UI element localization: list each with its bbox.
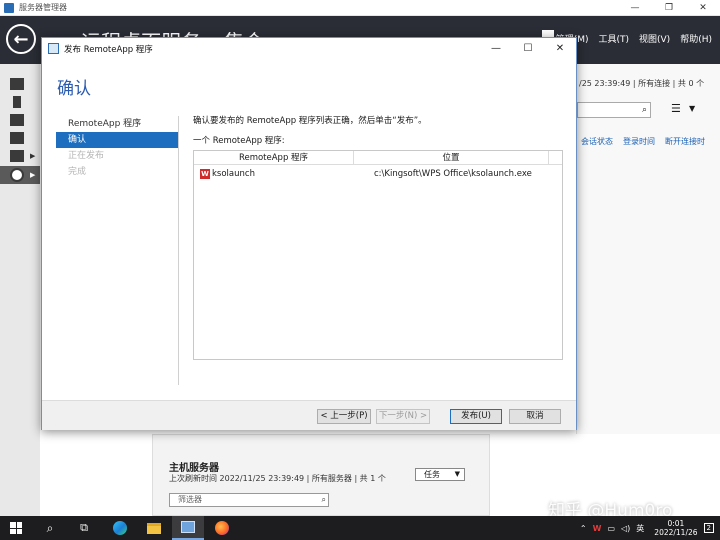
- publish-remoteapp-dialog: 发布 RemoteApp 程序 — ☐ ✕ 确认 RemoteApp 程序 确认…: [41, 37, 577, 430]
- step-publishing: 正在发布: [68, 151, 105, 161]
- remote-desktop-icon[interactable]: [10, 168, 24, 182]
- filter-placeholder: 筛选器: [178, 495, 202, 504]
- section-subtitle: 上次刷新时间 2022/11/25 23:39:49 | 所有服务器 | 共 1…: [169, 474, 386, 483]
- windows-logo-icon: [10, 522, 22, 534]
- search-icon: ⌕: [46, 520, 54, 535]
- menu-bar: 管理(M) 工具(T) 视图(V) 帮助(H): [556, 32, 712, 45]
- clock-time: 0:01: [667, 519, 685, 528]
- confirm-instructions: 确认要发布的 RemoteApp 程序列表正确，然后单击“发布”。: [193, 116, 427, 126]
- step-remoteapp-programs[interactable]: RemoteApp 程序: [56, 116, 178, 132]
- all-servers-icon[interactable]: [10, 114, 24, 126]
- dialog-icon: [48, 43, 59, 54]
- server-manager-icon: [4, 2, 14, 13]
- firefox-icon: [215, 521, 229, 535]
- previous-button[interactable]: < 上一步(P): [317, 409, 371, 424]
- local-server-icon[interactable]: [13, 96, 21, 108]
- app-title: 服务器管理器: [19, 3, 67, 12]
- clock[interactable]: 0:01 2022/11/26: [654, 519, 697, 537]
- file-storage-icon[interactable]: [10, 132, 24, 144]
- edge-taskbar-button[interactable]: [104, 516, 136, 540]
- server-manager-icon: [181, 521, 195, 533]
- menu-view[interactable]: 视图(V): [639, 32, 670, 45]
- ime-indicator[interactable]: 英: [636, 523, 644, 534]
- connections-info: /25 23:39:49 | 所有连接 | 共 0 个: [579, 79, 705, 88]
- close-button[interactable]: ✕: [544, 38, 576, 58]
- clock-date: 2022/11/26: [654, 528, 698, 537]
- menu-tools[interactable]: 工具(T): [598, 32, 629, 45]
- maximize-button[interactable]: ❐: [652, 0, 686, 16]
- volume-icon[interactable]: ◁): [621, 524, 630, 533]
- page-title: 确认: [57, 79, 91, 99]
- tasks-label: 任务: [424, 470, 440, 479]
- section-title: 主机服务器: [169, 463, 219, 474]
- filter-input[interactable]: 筛选器 ⌕: [169, 493, 329, 507]
- wps-tray-icon[interactable]: W: [593, 524, 602, 533]
- chevron-down-icon[interactable]: ▼: [689, 104, 695, 113]
- program-name: ksolaunch: [212, 169, 255, 179]
- program-path: c:\Kingsoft\WPS Office\ksolaunch.exe: [374, 169, 532, 179]
- cancel-button[interactable]: 取消: [509, 409, 561, 424]
- dialog-title: 发布 RemoteApp 程序: [64, 45, 153, 55]
- server-manager-taskbar-button[interactable]: [172, 516, 204, 540]
- dashboard-icon[interactable]: [10, 78, 24, 90]
- table-row[interactable]: W ksolaunch c:\Kingsoft\WPS Office\ksola…: [194, 167, 562, 181]
- menu-help[interactable]: 帮助(H): [680, 32, 712, 45]
- app-titlebar: 服务器管理器 — ❐ ✕: [0, 0, 720, 16]
- back-button[interactable]: ←: [6, 24, 36, 54]
- iis-icon[interactable]: [10, 150, 24, 162]
- next-button: 下一步(N) >: [376, 409, 430, 424]
- dialog-footer: < 上一步(P) 下一步(N) > 发布(U) 取消: [42, 400, 576, 430]
- minimize-button[interactable]: —: [618, 0, 652, 16]
- step-confirm[interactable]: 确认: [56, 132, 178, 148]
- step-complete: 完成: [68, 167, 87, 177]
- host-servers-section: 主机服务器 上次刷新时间 2022/11/25 23:39:49 | 所有服务器…: [152, 434, 490, 516]
- connections-panel: /25 23:39:49 | 所有连接 | 共 0 个 ⌕ ☰ ▼ 会话状态 登…: [576, 64, 720, 434]
- wps-app-icon: W: [200, 169, 210, 179]
- maximize-button[interactable]: ☐: [512, 38, 544, 58]
- column-session-state[interactable]: 会话状态: [581, 136, 613, 147]
- expand-arrow-icon[interactable]: ▶: [30, 171, 35, 179]
- system-tray: ⌃ W ▭ ◁) 英 0:01 2022/11/26 2: [580, 516, 720, 540]
- chevron-down-icon: ▼: [454, 470, 460, 478]
- window-controls: — ❐ ✕: [618, 0, 720, 16]
- network-icon[interactable]: ▭: [607, 524, 615, 533]
- list-options-icon[interactable]: ☰: [671, 102, 681, 115]
- column-logon-time[interactable]: 登录时间: [623, 136, 655, 147]
- publish-button[interactable]: 发布(U): [450, 409, 502, 424]
- task-view-button[interactable]: ⧉: [68, 516, 100, 540]
- connections-search-input[interactable]: ⌕: [577, 102, 651, 118]
- wizard-steps: RemoteApp 程序 确认 正在发布 完成: [56, 116, 178, 180]
- steps-divider: [178, 116, 179, 385]
- start-button[interactable]: [0, 516, 32, 540]
- firefox-taskbar-button[interactable]: [206, 516, 238, 540]
- folder-icon: [147, 522, 161, 534]
- arrow-left-icon: ←: [13, 28, 29, 50]
- tray-up-arrow-icon[interactable]: ⌃: [580, 524, 587, 533]
- column-disconnect-time[interactable]: 断开连接时: [665, 136, 705, 147]
- close-button[interactable]: ✕: [686, 0, 720, 16]
- dialog-titlebar: 发布 RemoteApp 程序 — ☐ ✕: [42, 38, 576, 60]
- nav-sidebar: ▶ ▶: [0, 64, 40, 516]
- expand-arrow-icon[interactable]: ▶: [30, 152, 35, 160]
- search-icon: ⌕: [321, 495, 326, 504]
- dialog-controls: — ☐ ✕: [480, 38, 576, 58]
- notification-center-icon[interactable]: 2: [703, 523, 714, 533]
- search-icon: ⌕: [641, 105, 647, 115]
- search-button[interactable]: ⌕: [34, 516, 66, 540]
- minimize-button[interactable]: —: [480, 38, 512, 58]
- program-count: 一个 RemoteApp 程序:: [193, 136, 285, 146]
- file-explorer-button[interactable]: [138, 516, 170, 540]
- table-header: RemoteApp 程序 位置: [194, 151, 562, 165]
- programs-table: RemoteApp 程序 位置 W ksolaunch c:\Kingsoft\…: [193, 150, 563, 360]
- task-view-icon: ⧉: [80, 521, 88, 534]
- taskbar: ⌕ ⧉ ⌃ W ▭ ◁) 英 0:01 2022/11/26 2: [0, 516, 720, 540]
- column-header-program[interactable]: RemoteApp 程序: [194, 151, 354, 164]
- column-header-location[interactable]: 位置: [354, 151, 549, 164]
- connections-columns: 会话状态 登录时间 断开连接时: [581, 136, 705, 147]
- tasks-dropdown[interactable]: 任务 ▼: [415, 468, 465, 481]
- edge-icon: [113, 521, 127, 535]
